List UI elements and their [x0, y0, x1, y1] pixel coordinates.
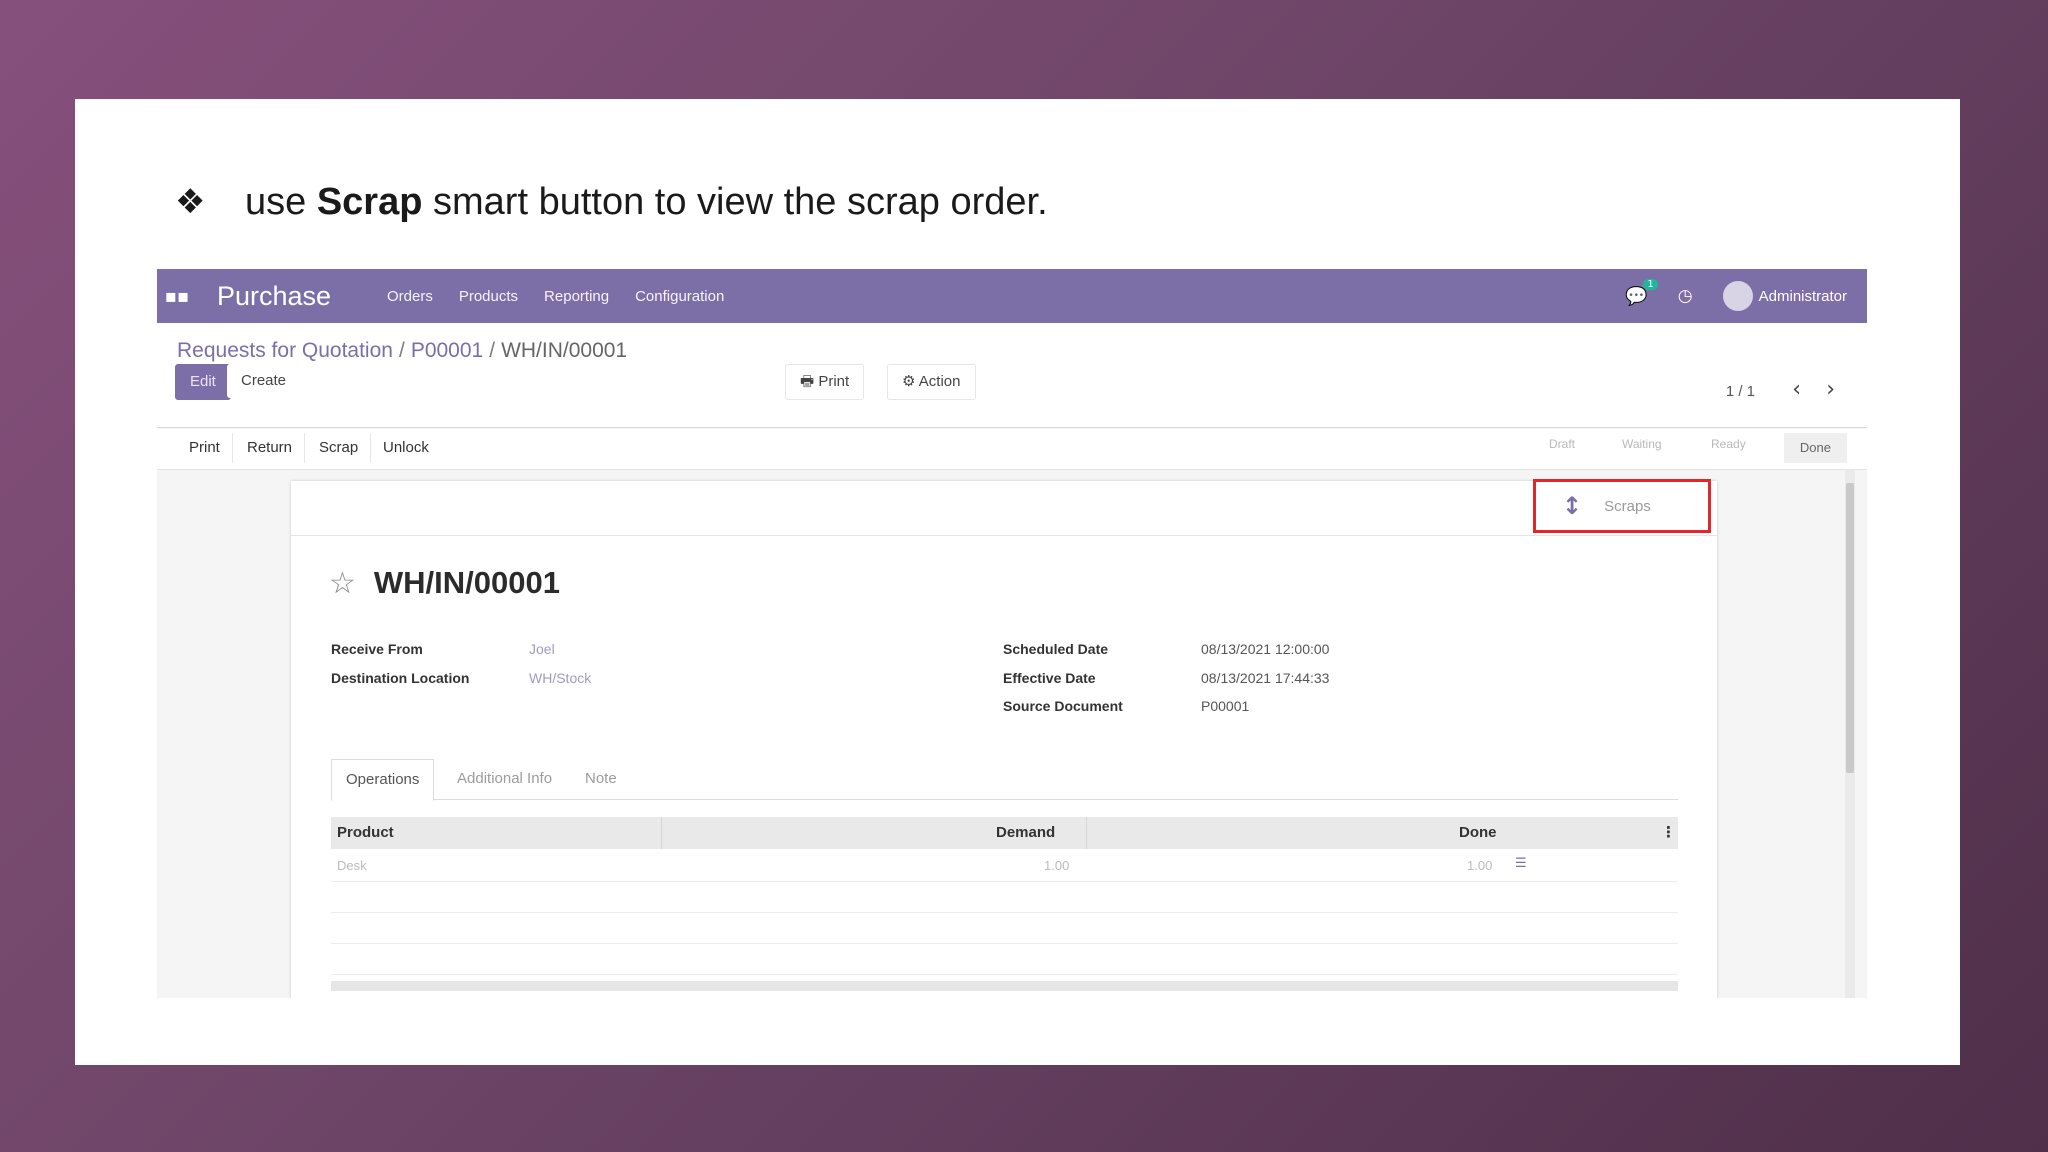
pager-value[interactable]: 1 / 1	[1726, 383, 1755, 400]
tab-operations[interactable]: Operations	[331, 759, 435, 801]
navbar-right: 💬 1 ◷ Administrator	[1625, 278, 1867, 311]
empty-row	[331, 943, 1678, 975]
menu-reporting[interactable]: Reporting	[544, 288, 609, 305]
chat-badge: 1	[1643, 278, 1658, 290]
table-header: Product Demand Done ⋮	[331, 817, 1678, 849]
star-icon[interactable]: ☆	[329, 566, 356, 601]
effective-date-label: Effective Date	[1003, 670, 1096, 686]
tab-note[interactable]: Note	[571, 759, 631, 799]
print-label: Print	[818, 373, 850, 390]
breadcrumb-rfq[interactable]: Requests for Quotation	[177, 339, 393, 362]
record-title: ☆ WH/IN/00001	[329, 565, 560, 601]
stage-waiting: Waiting	[1622, 437, 1662, 451]
horizontal-scrollbar[interactable]	[331, 981, 1678, 991]
scrap-button[interactable]: Scrap	[307, 433, 372, 463]
scroll-thumb[interactable]	[1846, 483, 1854, 773]
column-done[interactable]: Done	[1459, 824, 1497, 841]
row-done: 1.00	[1467, 858, 1493, 873]
stage-draft: Draft	[1549, 437, 1576, 451]
user-name: Administrator	[1758, 287, 1847, 305]
action-dropdown[interactable]: ⚙ Action	[887, 364, 976, 400]
unlock-button[interactable]: Unlock	[371, 433, 441, 463]
return-button[interactable]: Return	[235, 433, 306, 463]
instruction-bold: Scrap	[316, 180, 423, 223]
form-sheet: ↕ Scraps ☆ WH/IN/00001 Receive From Joel…	[291, 479, 1717, 998]
user-menu[interactable]: Administrator	[1722, 281, 1847, 311]
top-navbar: ▪▪ Purchase Orders Products Reporting Co…	[157, 269, 1867, 323]
vertical-scrollbar[interactable]	[1845, 469, 1855, 998]
notebook-tabs: Operations Additional Info Note	[331, 759, 1678, 801]
column-product[interactable]: Product	[337, 824, 394, 841]
pager-next-icon[interactable]: ›	[1826, 377, 1835, 402]
instruction-before: use	[245, 180, 317, 223]
record-name: WH/IN/00001	[373, 565, 560, 600]
column-divider	[1086, 817, 1087, 849]
breadcrumb-current: WH/IN/00001	[501, 339, 628, 362]
tab-additional-info[interactable]: Additional Info	[443, 759, 566, 799]
action-label: Action	[918, 373, 961, 390]
stage-ready: Ready	[1711, 437, 1746, 451]
destination-label: Destination Location	[331, 670, 470, 686]
slide: ❖ use Scrap smart button to view the scr…	[75, 99, 1960, 1065]
source-document-label: Source Document	[1003, 698, 1123, 714]
gear-icon: ⚙	[902, 373, 916, 390]
destination-value[interactable]: WH/Stock	[529, 670, 591, 686]
print-dropdown[interactable]: 🖶 Print	[785, 364, 865, 400]
bullet-icon: ❖	[175, 182, 206, 222]
chat-icon[interactable]: 💬 1	[1625, 278, 1658, 307]
create-button[interactable]: Create	[227, 364, 301, 398]
print-icon: 🖶	[800, 373, 815, 390]
effective-date-value: 08/13/2021 17:44:33	[1201, 670, 1330, 686]
row-demand: 1.00	[1044, 858, 1070, 873]
empty-row	[331, 881, 1678, 913]
breadcrumb-po[interactable]: P00001	[411, 339, 483, 362]
app-title[interactable]: Purchase	[217, 281, 387, 312]
avatar	[1722, 281, 1753, 311]
scraps-label: Scraps	[1604, 497, 1651, 515]
receive-from-label: Receive From	[331, 641, 423, 657]
scraps-smart-button[interactable]: ↕ Scraps	[1533, 479, 1711, 533]
pager-previous-icon[interactable]: ‹	[1792, 377, 1801, 402]
instruction-text: ❖ use Scrap smart button to view the scr…	[175, 177, 1048, 227]
menu-configuration[interactable]: Configuration	[635, 288, 724, 305]
column-options-icon[interactable]: ⋮	[1661, 823, 1676, 841]
control-panel: Requests for Quotation / P00001/WH/IN/0000…	[157, 323, 1867, 428]
scheduled-date-value: 08/13/2021 12:00:00	[1201, 641, 1330, 657]
instruction-after: smart button to view the scrap order.	[422, 180, 1048, 223]
apps-menu-icon[interactable]: ▪▪	[157, 286, 197, 307]
header-print-button[interactable]: Print	[177, 433, 233, 463]
menu-products[interactable]: Products	[459, 288, 518, 305]
breadcrumb: Requests for Quotation / P00001/WH/IN/0000…	[177, 339, 628, 362]
empty-row	[331, 912, 1678, 944]
clock-icon[interactable]: ◷	[1678, 286, 1693, 306]
table-row[interactable]: Desk 1.00 1.00 ☰	[331, 849, 1678, 882]
column-divider	[661, 817, 662, 849]
menu-orders[interactable]: Orders	[387, 288, 433, 305]
arrows-v-icon: ↕	[1562, 492, 1583, 520]
row-product: Desk	[337, 858, 367, 873]
app-screenshot: ▪▪ Purchase Orders Products Reporting Co…	[157, 269, 1867, 998]
edit-button[interactable]: Edit	[175, 364, 231, 400]
smart-button-box: ↕ Scraps	[291, 479, 1717, 536]
receive-from-value[interactable]: Joel	[529, 641, 555, 657]
column-demand[interactable]: Demand	[996, 824, 1055, 841]
stage-done: Done	[1783, 433, 1847, 463]
scheduled-date-label: Scheduled Date	[1003, 641, 1109, 657]
details-list-icon[interactable]: ☰	[1515, 856, 1527, 871]
status-bar: Print Return Scrap Unlock Draft Waiting …	[157, 429, 1867, 470]
source-document-value: P00001	[1201, 698, 1250, 714]
